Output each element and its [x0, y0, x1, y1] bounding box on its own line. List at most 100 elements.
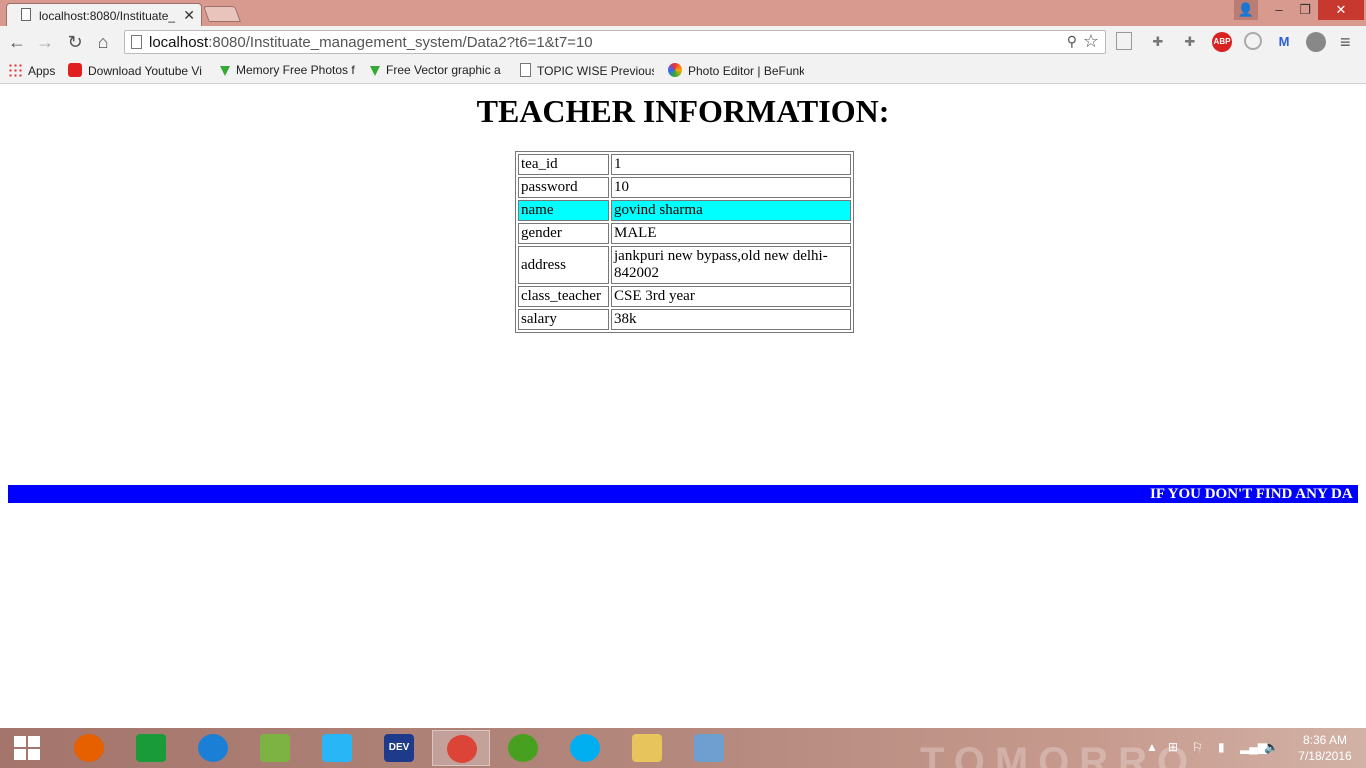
restore-button[interactable]: ❐ [1294, 0, 1316, 20]
field-value: govind sharma [611, 200, 851, 221]
taskbar-app-button[interactable] [618, 730, 676, 766]
show-hidden-icons[interactable]: ▲ [1146, 740, 1158, 754]
table-row: address jankpuri new bypass,old new delh… [518, 246, 851, 284]
title-bar: localhost:8080/Instituate_ ✕ 👤 ‒ ❐ ✕ [0, 0, 1366, 26]
table-row: gender MALE [518, 223, 851, 244]
new-tab-button[interactable] [203, 6, 241, 22]
extension-globe-icon[interactable] [1306, 32, 1326, 52]
file-explorer-icon [632, 734, 662, 762]
field-label: password [518, 177, 609, 198]
taskbar-app-button[interactable] [246, 730, 304, 766]
extension-circle-icon[interactable] [1244, 32, 1262, 50]
forward-button[interactable]: → [34, 32, 56, 52]
taskbar-app-button[interactable] [308, 730, 366, 766]
store-icon [136, 734, 166, 762]
extension-page-icon[interactable] [1116, 32, 1132, 50]
scrolling-marquee: IF YOU DON'T FIND ANY DA [8, 485, 1358, 503]
field-value: MALE [611, 223, 851, 244]
field-label: tea_id [518, 154, 609, 175]
back-button[interactable]: ← [6, 32, 28, 52]
android-studio-icon [260, 734, 290, 762]
field-value: 10 [611, 177, 851, 198]
table-row: class_teacher CSE 3rd year [518, 286, 851, 307]
page-content: TEACHER INFORMATION: tea_id 1 password 1… [0, 85, 1366, 728]
page-icon [131, 35, 142, 49]
shareit-icon [322, 734, 352, 762]
table-row: password 10 [518, 177, 851, 198]
field-value: jankpuri new bypass,old new delhi-842002 [611, 246, 851, 284]
taskbar-app-button[interactable] [556, 730, 614, 766]
bookmark-star-icon[interactable]: ☆ [1083, 31, 1099, 52]
home-button[interactable]: ⌂ [92, 32, 114, 52]
action-center-icon[interactable]: ⚐ [1192, 740, 1203, 754]
bookmark-item[interactable]: Free Vector graphic a [370, 63, 506, 77]
bookmark-apps[interactable]: Apps [8, 63, 55, 78]
adblock-plus-icon[interactable]: ABP [1212, 32, 1232, 52]
network-icon[interactable]: ▂▄▆ [1240, 740, 1267, 754]
bookmark-item[interactable]: Photo Editor | BeFunk [668, 63, 804, 78]
tab-close-icon[interactable]: ✕ [183, 7, 195, 24]
system-clock[interactable]: 8:36 AM 7/18/2016 [1290, 732, 1360, 764]
user-profile-icon[interactable]: 👤 [1234, 0, 1258, 20]
bookmark-item[interactable]: Memory Free Photos f [220, 63, 356, 77]
devcpp-icon: DEV [384, 734, 414, 762]
table-row: tea_id 1 [518, 154, 851, 175]
minimize-button[interactable]: ‒ [1268, 0, 1290, 20]
field-label: class_teacher [518, 286, 609, 307]
skype-icon [570, 734, 600, 762]
befunky-icon [668, 63, 682, 77]
download-arrow-icon [370, 66, 380, 76]
utorrent-icon [508, 734, 538, 762]
apps-grid-icon [8, 63, 22, 77]
taskbar-app-button[interactable] [60, 730, 118, 766]
firefox-icon [74, 734, 104, 762]
field-label: salary [518, 309, 609, 330]
marquee-text: IF YOU DON'T FIND ANY DA [1150, 486, 1353, 502]
field-label: address [518, 246, 609, 284]
taskbar-app-button[interactable] [122, 730, 180, 766]
taskbar-app-button[interactable] [680, 730, 738, 766]
wallpaper-text: TOMORROW [920, 740, 1200, 768]
url-text[interactable]: localhost:8080/Instituate_management_sys… [149, 34, 593, 51]
taskbar-app-button[interactable] [184, 730, 242, 766]
bookmark-item[interactable]: TOPIC WISE Previous [520, 63, 654, 78]
extension-puzzle-icon[interactable]: ✚ [1180, 32, 1200, 52]
field-label: gender [518, 223, 609, 244]
bookmarks-bar: Apps Download Youtube Vi Memory Free Pho… [0, 58, 1366, 84]
extension-puzzle-icon[interactable]: ✚ [1148, 32, 1168, 52]
volume-icon[interactable]: 🔈 [1264, 740, 1279, 754]
key-icon[interactable]: ⚲ [1067, 33, 1077, 50]
field-value: CSE 3rd year [611, 286, 851, 307]
table-row-highlighted: name govind sharma [518, 200, 851, 221]
windows-flag-icon[interactable]: ⊞ [1168, 740, 1178, 754]
browser-tab[interactable]: localhost:8080/Instituate_ ✕ [6, 3, 202, 26]
internet-explorer-icon [198, 734, 228, 762]
reload-button[interactable]: ↻ [64, 32, 86, 52]
chrome-menu-icon[interactable]: ≡ [1340, 32, 1351, 53]
teacher-info-table: tea_id 1 password 10 name govind sharma … [515, 151, 854, 333]
address-bar[interactable]: localhost:8080/Instituate_management_sys… [124, 30, 1106, 54]
download-arrow-icon [220, 66, 230, 76]
battery-icon[interactable]: ▮ [1218, 740, 1225, 754]
windows-start-icon[interactable] [14, 736, 40, 760]
chrome-icon [447, 735, 477, 763]
bookmark-item[interactable]: Download Youtube Vi [68, 63, 204, 78]
field-value: 1 [611, 154, 851, 175]
page-icon [520, 63, 531, 77]
gmail-icon[interactable]: M [1274, 32, 1294, 52]
taskbar-app-button[interactable]: DEV [370, 730, 428, 766]
field-value: 38k [611, 309, 851, 330]
virtualbox-icon [694, 734, 724, 762]
youtube-icon [68, 63, 82, 77]
tab-title: localhost:8080/Instituate_ [39, 9, 176, 23]
table-row: salary 38k [518, 309, 851, 330]
clock-time: 8:36 AM [1302, 733, 1348, 747]
page-title: TEACHER INFORMATION: [476, 93, 890, 129]
close-window-button[interactable]: ✕ [1318, 0, 1364, 20]
field-label: name [518, 200, 609, 221]
taskbar-app-button[interactable] [432, 730, 490, 766]
page-icon [21, 8, 31, 21]
browser-toolbar: ← → ↻ ⌂ localhost:8080/Instituate_manage… [0, 26, 1366, 58]
clock-date: 7/18/2016 [1298, 749, 1352, 763]
taskbar-app-button[interactable] [494, 730, 552, 766]
